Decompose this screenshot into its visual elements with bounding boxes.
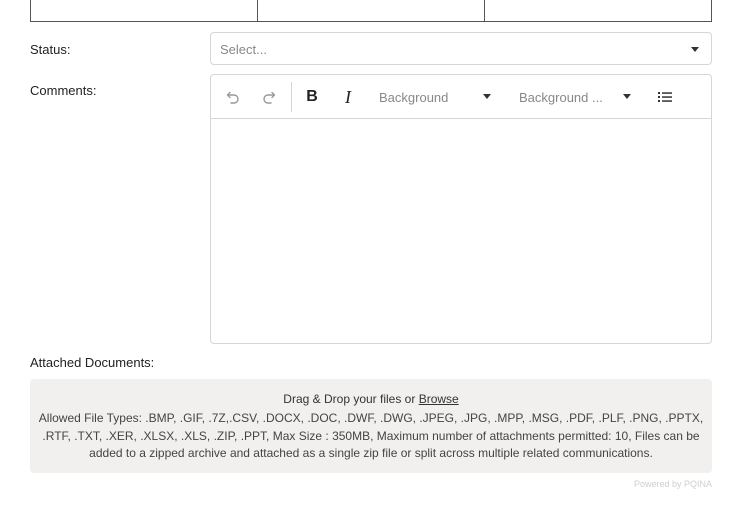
chevron-down-icon — [691, 47, 699, 52]
chevron-down-icon — [483, 94, 491, 99]
bold-button[interactable]: B — [303, 86, 321, 108]
status-select[interactable]: Select... — [210, 32, 712, 65]
allowed-file-types-info: Allowed File Types: .BMP, .GIF, .7Z,.CSV… — [38, 411, 704, 460]
comments-label: Comments: — [30, 83, 97, 98]
comments-text-area[interactable] — [211, 120, 711, 343]
status-label: Status: — [30, 42, 71, 57]
dropzone-title: Drag & Drop your files or Browse — [30, 392, 712, 406]
editor-toolbar: B I Background Background ... — [211, 75, 711, 119]
table-cell — [31, 0, 258, 21]
file-dropzone[interactable]: Drag & Drop your files or Browse Allowed… — [30, 379, 712, 473]
comments-editor: B I Background Background ... — [210, 74, 712, 344]
background-dropdown-label: Background — [379, 89, 449, 105]
undo-button[interactable] — [223, 86, 243, 108]
top-table-row — [30, 0, 712, 22]
italic-icon: I — [345, 86, 351, 107]
status-select-placeholder: Select... — [220, 42, 267, 57]
background-dropdown-label: Background ... — [519, 89, 603, 105]
redo-icon — [263, 91, 276, 104]
dropzone-instruction: Drag & Drop your files or — [283, 392, 419, 406]
bullet-list-button[interactable] — [656, 86, 674, 108]
redo-button[interactable] — [259, 86, 279, 108]
browse-link[interactable]: Browse — [419, 392, 459, 406]
background-style-dropdown[interactable]: Background ... — [519, 86, 631, 108]
bullet-list-icon — [658, 92, 672, 102]
bold-icon: B — [306, 88, 318, 105]
italic-button[interactable]: I — [339, 86, 357, 108]
background-color-dropdown[interactable]: Background — [379, 86, 491, 108]
table-cell — [485, 0, 711, 21]
powered-by-credit[interactable]: Powered by PQINA — [634, 479, 712, 489]
chevron-down-icon — [623, 94, 631, 99]
table-cell — [258, 0, 485, 21]
attachments-label: Attached Documents: — [30, 355, 155, 370]
undo-icon — [226, 91, 239, 104]
toolbar-separator — [291, 82, 292, 112]
